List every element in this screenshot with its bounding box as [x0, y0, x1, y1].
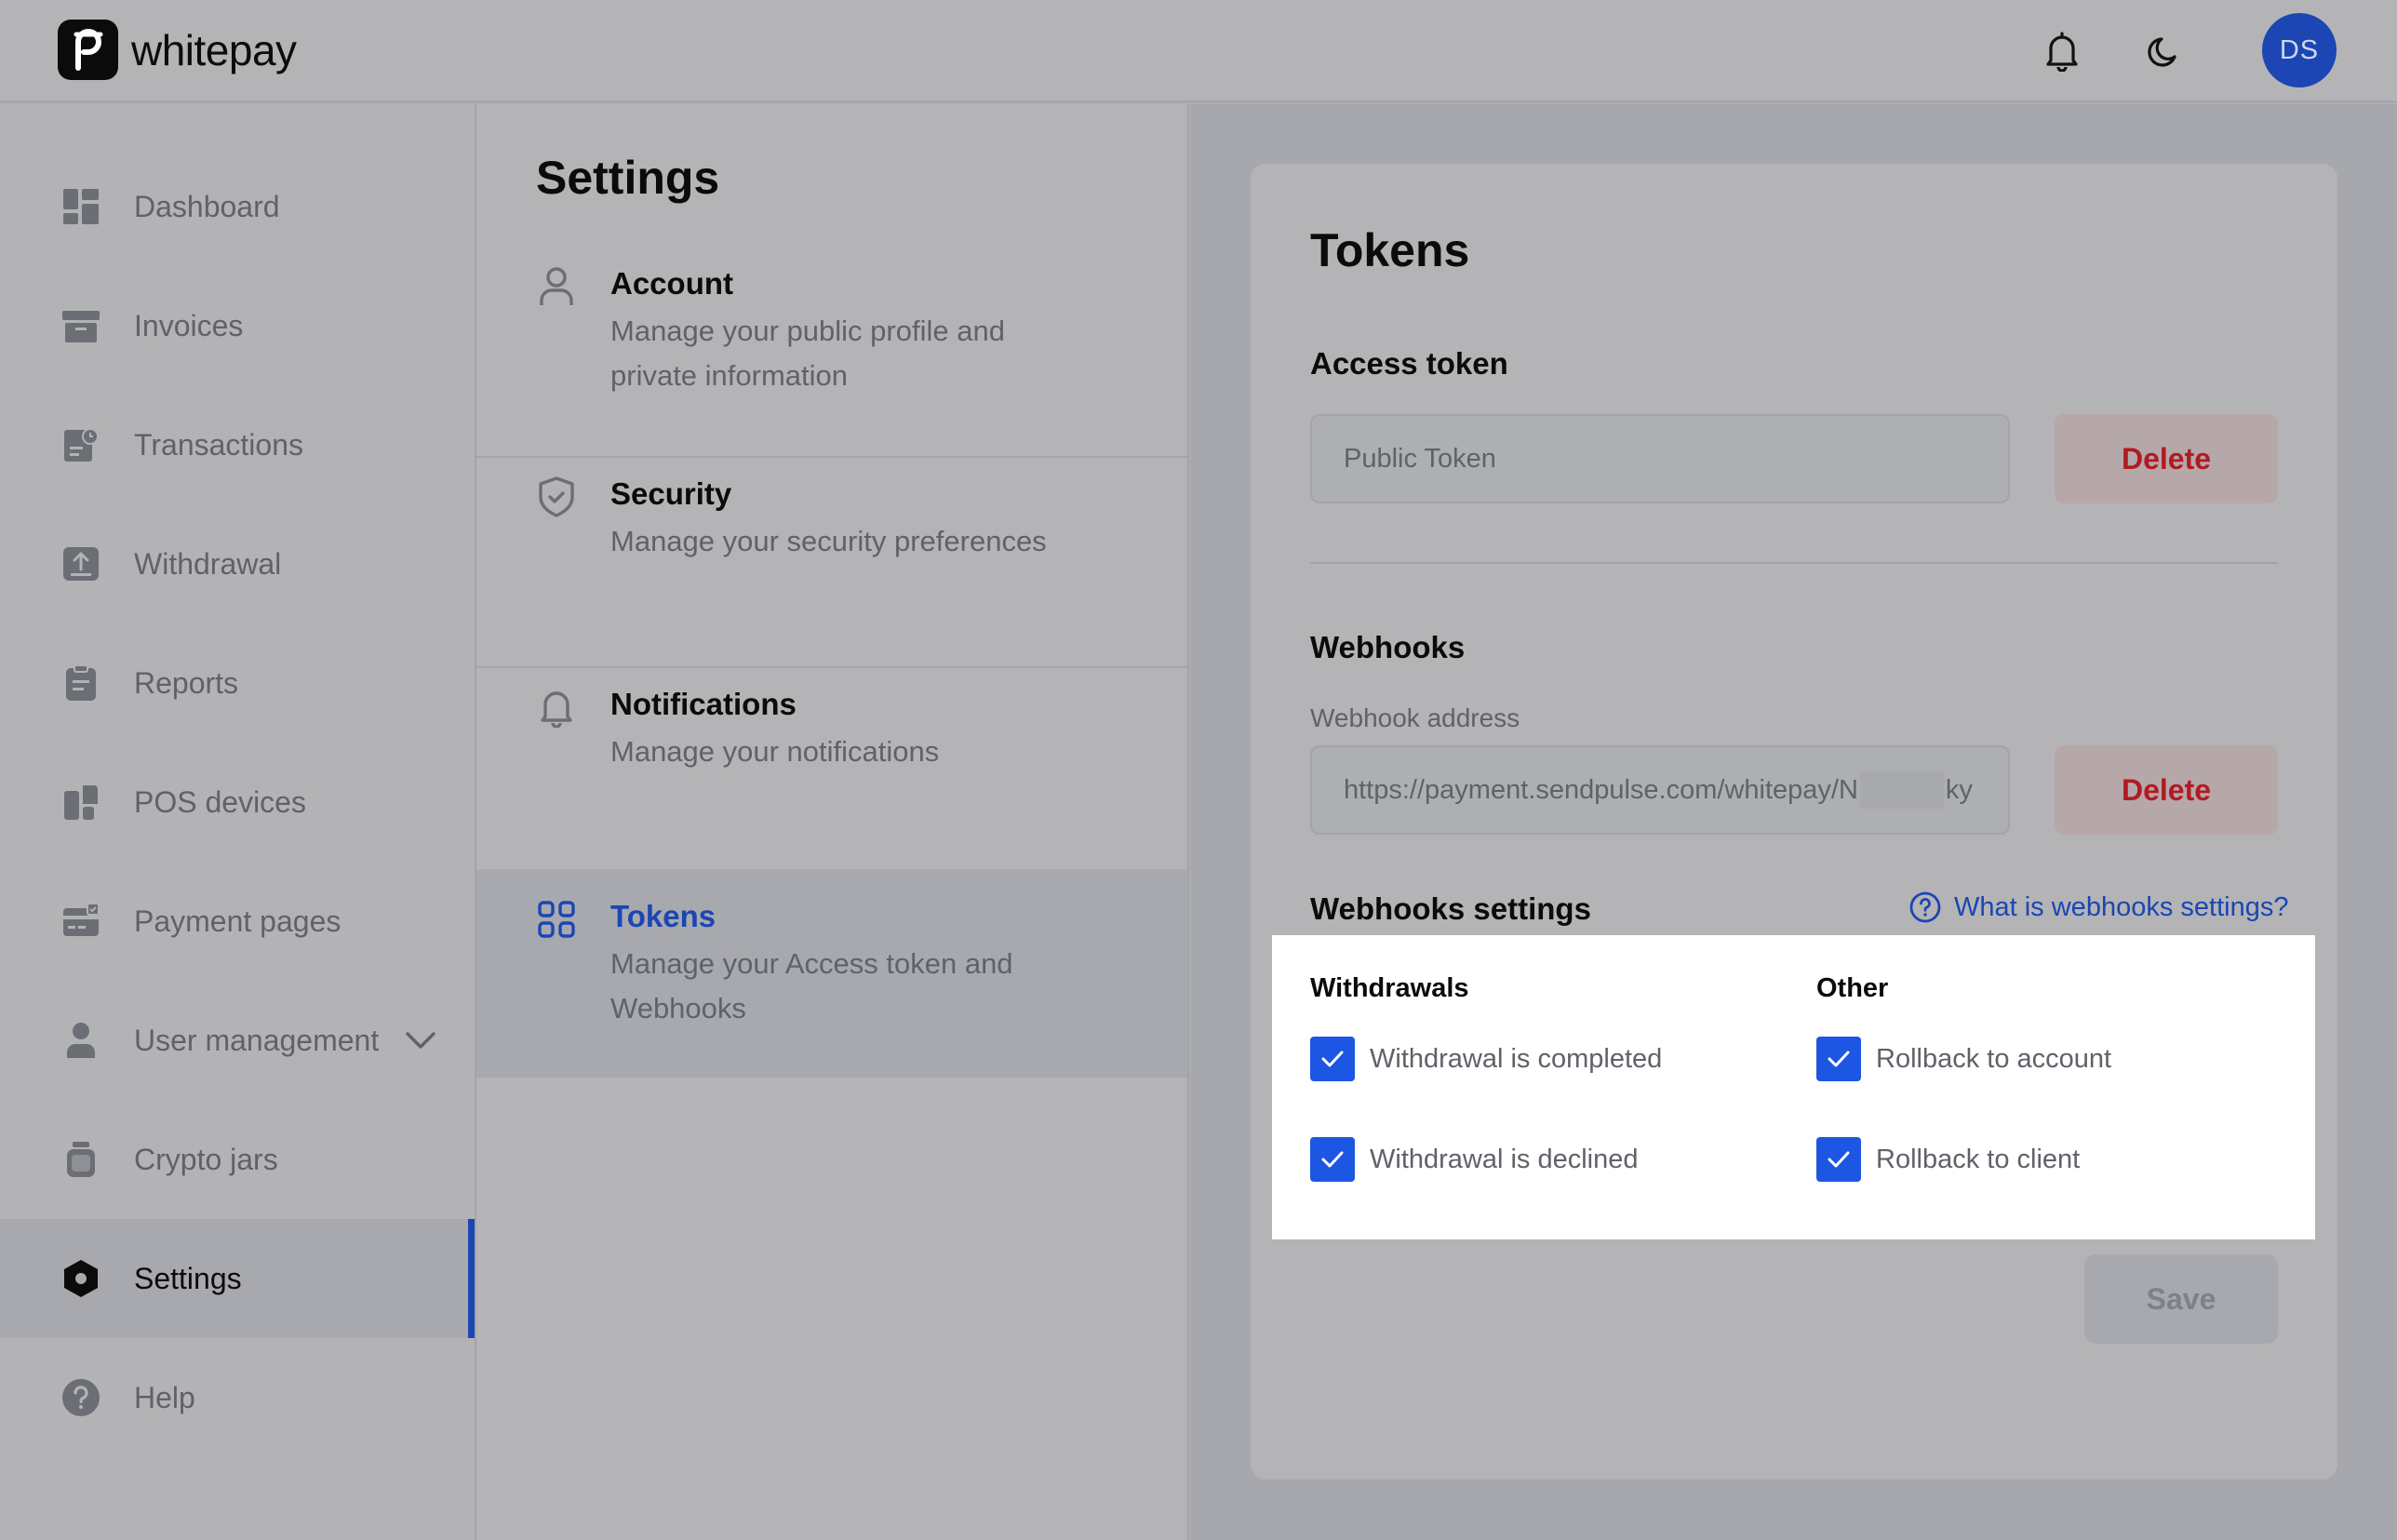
sidebar-item-withdrawal[interactable]: Withdrawal [0, 504, 475, 623]
settings-item-security[interactable]: Security Manage your security preference… [476, 458, 1187, 668]
whitepay-logo-icon [58, 20, 118, 80]
public-token-input[interactable]: Public Token [1310, 414, 2010, 503]
rollback-client-checkbox[interactable] [1816, 1137, 1861, 1182]
settings-menu: Settings Account Manage your public prof… [476, 104, 1189, 1540]
withdrawals-heading: Withdrawals [1310, 973, 1469, 1003]
page-title: Settings [536, 152, 720, 204]
check-icon [1321, 1151, 1344, 1168]
settings-item-desc: Manage your public profile and private i… [610, 315, 1005, 392]
sidebar-item-crypto-jars[interactable]: Crypto jars [0, 1100, 475, 1219]
checkbox-label[interactable]: Withdrawal is completed [1370, 1044, 1662, 1075]
webhook-address-value: https://payment.sendpulse.com/whitepay/N [1344, 774, 1858, 805]
user-icon [61, 1021, 100, 1060]
sidebar-item-label: Invoices [134, 308, 244, 342]
sidebar-item-help[interactable]: Help [0, 1338, 475, 1457]
sidebar-item-invoices[interactable]: Invoices [0, 266, 475, 385]
brand-logo[interactable]: whitepay [58, 20, 297, 80]
tokens-title: Tokens [1310, 224, 1470, 276]
withdrawal-completed-checkbox[interactable] [1310, 1037, 1355, 1081]
help-icon [61, 1378, 100, 1417]
rollback-account-checkbox[interactable] [1816, 1037, 1861, 1081]
invoice-icon [61, 306, 100, 345]
delete-webhook-button[interactable]: Delete [2055, 745, 2278, 835]
settings-item-desc: Manage your notifications [610, 735, 940, 768]
reports-icon [61, 663, 100, 703]
delete-token-button[interactable]: Delete [2055, 414, 2278, 503]
settings-icon [61, 1259, 100, 1298]
sidebar-item-label: Dashboard [134, 189, 280, 223]
withdrawal-declined-checkbox[interactable] [1310, 1137, 1355, 1182]
sidebar-item-label: Transactions [134, 427, 303, 462]
user-outline-icon [536, 266, 577, 307]
save-button[interactable]: Save [2084, 1254, 2278, 1344]
check-icon [1828, 1151, 1850, 1168]
help-link-text: What is webhooks settings? [1954, 891, 2289, 922]
sidebar-item-label: Reports [134, 665, 239, 700]
access-token-heading: Access token [1310, 346, 1508, 381]
sidebar-item-reports[interactable]: Reports [0, 623, 475, 743]
sidebar-item-label: Withdrawal [134, 546, 282, 581]
avatar[interactable]: DS [2262, 13, 2337, 87]
withdrawal-icon [61, 544, 100, 583]
sidebar-item-user-management[interactable]: User management [0, 981, 475, 1100]
payment-page-icon [61, 902, 100, 941]
bell-icon[interactable] [2037, 26, 2087, 76]
checkbox-label[interactable]: Rollback to account [1876, 1044, 2111, 1075]
webhook-address-input[interactable]: https://payment.sendpulse.com/whitepay/N… [1310, 745, 2010, 835]
sidebar-item-label: POS devices [134, 784, 306, 819]
redacted-text [1859, 771, 1944, 809]
checkbox-label[interactable]: Withdrawal is declined [1370, 1145, 1639, 1175]
sidebar-item-transactions[interactable]: Transactions [0, 385, 475, 504]
settings-item-desc: Manage your Access token and Webhooks [610, 947, 1013, 1024]
settings-item-title: Security [610, 476, 732, 511]
settings-item-title: Account [610, 266, 733, 301]
dashboard-icon [61, 187, 100, 226]
sidebar-item-label: User management [134, 1023, 380, 1057]
settings-item-desc: Manage your security preferences [610, 525, 1047, 557]
settings-item-title: Tokens [610, 899, 716, 933]
settings-item-account[interactable]: Account Manage your public profile and p… [476, 248, 1187, 458]
moon-icon[interactable] [2140, 26, 2190, 76]
sidebar: Dashboard Invoices Transactions Withdraw… [0, 104, 476, 1540]
sidebar-item-pos-devices[interactable]: POS devices [0, 743, 475, 862]
webhooks-heading: Webhooks [1310, 630, 1466, 664]
sidebar-item-dashboard[interactable]: Dashboard [0, 147, 475, 266]
shield-icon [536, 476, 577, 517]
sidebar-item-payment-pages[interactable]: Payment pages [0, 862, 475, 981]
jar-icon [61, 1140, 100, 1179]
webhooks-settings-heading: Webhooks settings [1310, 891, 1591, 926]
settings-item-tokens[interactable]: Tokens Manage your Access token and Webh… [476, 869, 1187, 1078]
transactions-icon [61, 425, 100, 464]
other-heading: Other [1816, 973, 1889, 1003]
sidebar-item-settings[interactable]: Settings [0, 1219, 475, 1338]
grid-icon [536, 899, 577, 940]
chevron-down-icon[interactable] [402, 1022, 439, 1059]
sidebar-item-label: Payment pages [134, 904, 341, 938]
check-icon [1321, 1051, 1344, 1067]
webhook-address-value-end: ky [1945, 774, 1973, 805]
sidebar-item-label: Help [134, 1380, 195, 1414]
bell-outline-icon [536, 687, 577, 728]
settings-item-notifications[interactable]: Notifications Manage your notifications [476, 668, 1187, 878]
top-bar: whitepay DS [0, 0, 2397, 102]
check-icon [1828, 1051, 1850, 1067]
webhook-address-label: Webhook address [1310, 703, 1520, 732]
brand-name: whitepay [131, 25, 297, 74]
question-circle-icon [1909, 891, 1941, 923]
settings-item-title: Notifications [610, 687, 797, 721]
divider [1310, 562, 2278, 564]
sidebar-item-label: Settings [134, 1261, 242, 1295]
sidebar-item-label: Crypto jars [134, 1142, 278, 1176]
pos-icon [61, 783, 100, 822]
webhooks-help-link[interactable]: What is webhooks settings? [1909, 891, 2288, 923]
checkbox-label[interactable]: Rollback to client [1876, 1145, 2080, 1175]
